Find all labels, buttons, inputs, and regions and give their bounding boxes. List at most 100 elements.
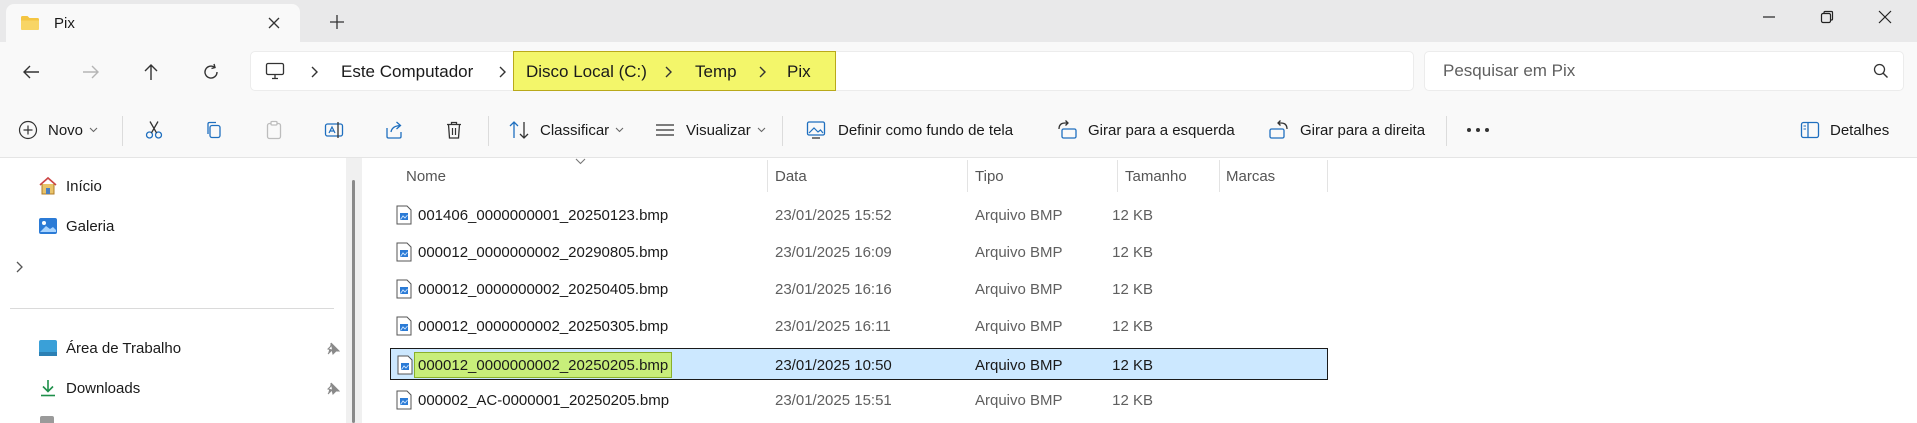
chevron-right-icon[interactable] bbox=[497, 65, 507, 79]
sort-arrows-icon bbox=[509, 121, 529, 139]
breadcrumb-temp[interactable]: Temp bbox=[695, 52, 737, 92]
copy-button[interactable] bbox=[204, 112, 234, 148]
gallery-icon bbox=[39, 218, 57, 234]
details-label: Detalhes bbox=[1830, 121, 1890, 139]
new-button[interactable]: Novo bbox=[18, 112, 98, 148]
search-input[interactable] bbox=[1443, 52, 1843, 90]
pin-icon[interactable] bbox=[326, 382, 340, 396]
column-divider[interactable] bbox=[767, 160, 768, 192]
sidebar-item-home[interactable]: Início bbox=[38, 172, 102, 200]
table-row[interactable]: 000012_0000000002_20250305.bmp 23/01/202… bbox=[390, 310, 1328, 342]
wallpaper-icon bbox=[806, 121, 826, 139]
file-size: 12 KB bbox=[1112, 243, 1153, 261]
breadcrumb-disco-local[interactable]: Disco Local (C:) bbox=[526, 52, 647, 92]
chevron-right-icon[interactable] bbox=[14, 260, 24, 274]
set-wallpaper-label: Definir como fundo de tela bbox=[838, 121, 1014, 139]
file-name-highlight: 000012_0000000002_20250205.bmp bbox=[414, 352, 673, 378]
close-window-icon[interactable] bbox=[1855, 0, 1915, 34]
details-button[interactable]: Detalhes bbox=[1800, 112, 1889, 148]
file-type: Arquivo BMP bbox=[975, 391, 1063, 409]
sort-label: Classificar bbox=[540, 121, 610, 139]
rotate-right-label: Girar para a direita bbox=[1300, 121, 1426, 139]
home-icon bbox=[39, 176, 57, 195]
delete-button[interactable] bbox=[444, 112, 474, 148]
share-button[interactable] bbox=[384, 112, 414, 148]
up-arrow-icon[interactable] bbox=[131, 54, 171, 90]
set-wallpaper-button[interactable]: Definir como fundo de tela bbox=[806, 112, 1013, 148]
more-options-button[interactable] bbox=[1466, 112, 1500, 148]
file-size: 12 KB bbox=[1112, 317, 1153, 335]
search-icon[interactable] bbox=[1873, 63, 1889, 79]
rotate-left-button[interactable]: Girar para a esquerda bbox=[1056, 112, 1235, 148]
table-row[interactable]: 000012_0000000002_20250405.bmp 23/01/202… bbox=[390, 273, 1328, 305]
sidebar-item-label: Início bbox=[66, 177, 102, 195]
bmp-file-icon bbox=[397, 355, 413, 375]
column-header-date[interactable]: Data bbox=[775, 158, 807, 194]
toolbar-divider bbox=[1446, 116, 1447, 146]
column-divider[interactable] bbox=[967, 160, 968, 192]
tab-pix[interactable]: Pix bbox=[6, 4, 300, 42]
table-row[interactable]: 000012_0000000002_20290805.bmp 23/01/202… bbox=[390, 236, 1328, 268]
view-button[interactable]: Visualizar bbox=[654, 112, 766, 148]
file-date: 23/01/2025 16:16 bbox=[775, 280, 892, 298]
view-label: Visualizar bbox=[686, 121, 751, 139]
toolbar-divider bbox=[122, 116, 123, 146]
restore-icon[interactable] bbox=[1797, 0, 1857, 34]
rotate-right-button[interactable]: Girar para a direita bbox=[1268, 112, 1425, 148]
search-box[interactable] bbox=[1424, 51, 1904, 91]
column-header-type[interactable]: Tipo bbox=[975, 158, 1004, 194]
cut-button[interactable] bbox=[144, 112, 174, 148]
file-list: Nome Data Tipo Tamanho Marcas 001406_000… bbox=[362, 158, 1917, 423]
sidebar-scrollbar[interactable] bbox=[352, 180, 355, 423]
copy-icon bbox=[207, 121, 221, 139]
chevron-right-icon[interactable] bbox=[309, 65, 319, 79]
new-tab-plus-icon[interactable] bbox=[322, 8, 352, 36]
column-header-name[interactable]: Nome bbox=[406, 158, 446, 194]
file-size: 12 KB bbox=[1112, 356, 1153, 374]
table-row[interactable]: 000002_AC-0000001_20250205.bmp 23/01/202… bbox=[390, 384, 1328, 416]
title-bar: Pix bbox=[0, 0, 1917, 42]
command-bar: Novo Classificar Visualizar Definir como… bbox=[0, 102, 1917, 158]
file-name: 000012_0000000002_20250405.bmp bbox=[418, 280, 669, 298]
navigation-pane: Início Galeria Área de Trabalho Download… bbox=[0, 158, 350, 423]
details-pane-icon bbox=[1800, 121, 1820, 139]
table-row[interactable]: 001406_0000000001_20250123.bmp 23/01/202… bbox=[390, 199, 1328, 231]
file-name: 000012_0000000002_20250205.bmp bbox=[414, 349, 673, 381]
bmp-file-icon bbox=[396, 390, 412, 410]
file-size: 12 KB bbox=[1112, 206, 1153, 224]
sidebar-item-label: Downloads bbox=[66, 379, 141, 397]
tab-title: Pix bbox=[54, 14, 75, 32]
column-divider[interactable] bbox=[1327, 160, 1328, 192]
partial-item-icon bbox=[40, 416, 54, 423]
column-header-size[interactable]: Tamanho bbox=[1125, 158, 1187, 194]
file-size: 12 KB bbox=[1112, 280, 1153, 298]
more-ellipsis-icon bbox=[1467, 128, 1489, 132]
chevron-down-icon bbox=[89, 127, 98, 133]
sidebar-item-downloads[interactable]: Downloads bbox=[38, 374, 140, 402]
pin-icon[interactable] bbox=[326, 342, 340, 356]
sort-button[interactable]: Classificar bbox=[508, 112, 624, 148]
forward-arrow-icon[interactable] bbox=[71, 54, 111, 90]
sidebar-item-desktop[interactable]: Área de Trabalho bbox=[38, 334, 181, 362]
refresh-icon[interactable] bbox=[191, 54, 231, 90]
back-arrow-icon[interactable] bbox=[11, 54, 51, 90]
download-arrow-icon bbox=[41, 380, 55, 397]
column-header-tags[interactable]: Marcas bbox=[1226, 158, 1275, 194]
monitor-icon bbox=[265, 62, 285, 80]
scissors-icon bbox=[145, 121, 163, 139]
column-divider[interactable] bbox=[1219, 160, 1220, 192]
chevron-right-icon[interactable] bbox=[757, 65, 767, 79]
chevron-right-icon[interactable] bbox=[663, 65, 673, 79]
address-bar[interactable]: Este Computador Disco Local (C:) Temp Pi… bbox=[250, 51, 1414, 91]
close-tab-icon[interactable] bbox=[262, 11, 286, 35]
paste-button[interactable] bbox=[264, 112, 294, 148]
column-divider[interactable] bbox=[1117, 160, 1118, 192]
folder-icon bbox=[20, 15, 40, 31]
minimize-icon[interactable] bbox=[1739, 0, 1799, 34]
breadcrumb-este-computador[interactable]: Este Computador bbox=[341, 52, 473, 92]
breadcrumb-pix[interactable]: Pix bbox=[787, 52, 811, 92]
sidebar-item-gallery[interactable]: Galeria bbox=[38, 212, 114, 240]
table-row-selected[interactable]: 000012_0000000002_20250205.bmp 23/01/202… bbox=[390, 348, 1328, 380]
rotate-left-label: Girar para a esquerda bbox=[1088, 121, 1235, 139]
rename-button[interactable] bbox=[324, 112, 356, 148]
